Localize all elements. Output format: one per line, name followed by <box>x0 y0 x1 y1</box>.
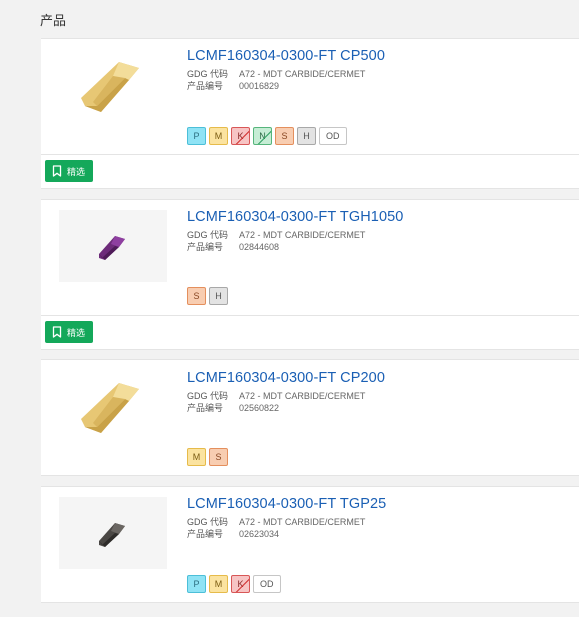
gold-insert-icon <box>81 62 139 112</box>
dark-insert-icon <box>99 523 125 547</box>
material-badge-h: H <box>209 287 228 305</box>
product-image[interactable] <box>59 51 167 123</box>
product-number-value: 02844608 <box>239 242 280 252</box>
product-number-row: 产品编号 00016829 <box>187 79 279 92</box>
product-number-label: 产品编号 <box>187 242 224 252</box>
product-number-label: 产品编号 <box>187 81 224 91</box>
product-number-row: 产品编号 02623034 <box>187 527 279 540</box>
material-badge-p: P <box>187 575 206 593</box>
filter-button-label: 精选 <box>67 166 86 177</box>
product-title-link[interactable]: LCMF160304-0300-FT CP200 <box>187 370 385 386</box>
material-badge-p: P <box>187 127 206 145</box>
material-badge-s: S <box>209 448 228 466</box>
gdg-code-value: A72 - MDT CARBIDE/CERMET <box>239 391 366 401</box>
product-card: LCMF160304-0300-FT TGP25 GDG 代码 A72 - MDT… <box>41 486 579 603</box>
product-image[interactable] <box>59 497 167 569</box>
product-number-value: 00016829 <box>239 81 280 91</box>
material-badge-m: M <box>187 448 206 466</box>
product-card: LCMF160304-0300-FT CP200 GDG 代码 A72 - MDT… <box>41 359 579 476</box>
filter-button-label: 精选 <box>67 327 86 338</box>
material-badge-s: S <box>187 287 206 305</box>
gold-insert-icon <box>81 383 139 433</box>
product-title-link[interactable]: LCMF160304-0300-FT TGP25 <box>187 496 386 512</box>
gdg-code-value: A72 - MDT CARBIDE/CERMET <box>239 517 366 527</box>
material-badge-od: OD <box>253 575 281 593</box>
material-badge-s: S <box>275 127 294 145</box>
material-badge-m: M <box>209 575 228 593</box>
material-badges: P M K OD <box>187 575 281 593</box>
material-badges: S H <box>187 287 228 305</box>
material-badge-n: N <box>253 127 272 145</box>
product-card: LCMF160304-0300-FT TGH1050 GDG 代码 A72 - M… <box>41 199 579 316</box>
product-card: LCMF160304-0300-FT CP500 GDG 代码 A72 - MDT… <box>41 38 579 155</box>
material-badge-m: M <box>209 127 228 145</box>
material-badges: P M K N S H OD <box>187 127 347 145</box>
product-number-row: 产品编号 02844608 <box>187 240 279 253</box>
section-title: 产品 <box>40 13 67 28</box>
product-number-label: 产品编号 <box>187 529 224 539</box>
bookmark-icon <box>52 326 62 338</box>
product-number-label: 产品编号 <box>187 403 224 413</box>
gdg-code-value: A72 - MDT CARBIDE/CERMET <box>239 230 366 240</box>
material-badge-k: K <box>231 575 250 593</box>
product-number-value: 02623034 <box>239 529 280 539</box>
product-image[interactable] <box>59 210 167 282</box>
filter-bar: 精选 <box>41 316 579 350</box>
product-title-link[interactable]: LCMF160304-0300-FT CP500 <box>187 48 385 64</box>
material-badge-k: K <box>231 127 250 145</box>
material-badge-h: H <box>297 127 316 145</box>
product-number-value: 02560822 <box>239 403 280 413</box>
purple-insert-icon <box>99 236 125 260</box>
filter-bar: 精选 <box>41 155 579 189</box>
material-badges: M S <box>187 448 228 466</box>
product-image[interactable] <box>59 372 167 444</box>
product-title-link[interactable]: LCMF160304-0300-FT TGH1050 <box>187 209 403 225</box>
gdg-code-value: A72 - MDT CARBIDE/CERMET <box>239 69 366 79</box>
material-badge-od: OD <box>319 127 347 145</box>
bookmark-icon <box>52 165 62 177</box>
product-number-row: 产品编号 02560822 <box>187 401 279 414</box>
filter-button[interactable]: 精选 <box>45 160 94 182</box>
filter-button[interactable]: 精选 <box>45 321 94 343</box>
